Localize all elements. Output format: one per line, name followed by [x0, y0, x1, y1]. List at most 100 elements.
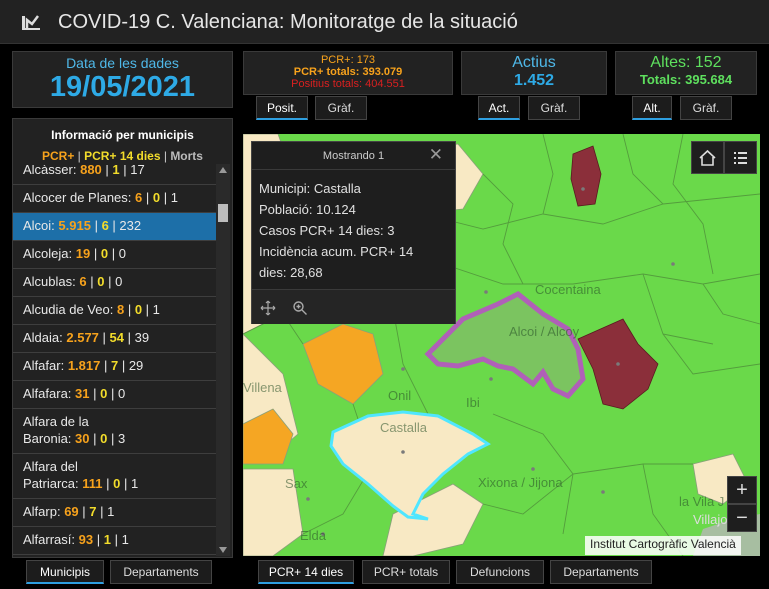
- deaths-value: 0: [117, 386, 126, 401]
- pcr-value: 111: [82, 476, 103, 491]
- legend-pcr: PCR+: [42, 149, 75, 163]
- list-scrollbar[interactable]: [216, 164, 230, 556]
- home-icon: [699, 149, 716, 166]
- row-sep: |: [89, 431, 101, 446]
- row-sep: |: [110, 532, 122, 547]
- date-panel: Data de les dades 19/05/2021: [12, 51, 233, 108]
- app-title: COVID-19 C. Valenciana: Monitoratge de l…: [58, 11, 518, 33]
- popup-body: Municipi: Castalla Població: 10.124 Caso…: [252, 170, 455, 291]
- pcr14-value: 0: [134, 302, 143, 317]
- row-sep: |: [108, 218, 120, 233]
- map-label-elda: Elda: [300, 528, 327, 543]
- tab-departaments-map[interactable]: Departaments: [550, 560, 652, 584]
- tab-departaments-list[interactable]: Departaments: [110, 560, 212, 584]
- tab-pcr14[interactable]: PCR+ 14 dies: [258, 560, 354, 584]
- list-item[interactable]: Alfarrasí: 93 | 1 | 1: [13, 527, 218, 555]
- legend-pcr14: PCR+ 14 dies: [84, 149, 161, 163]
- list-item[interactable]: Aldaia: 2.577 | 54 | 39: [13, 325, 218, 353]
- list-item[interactable]: Alcàsser: 880 | 1 | 17: [13, 165, 218, 185]
- list-item[interactable]: Alfafara: 31 | 0 | 0: [13, 381, 218, 409]
- move-icon[interactable]: [260, 300, 276, 316]
- row-sep: |: [104, 274, 116, 289]
- municipality-list[interactable]: Alcàsser: 880 | 1 | 17 Alcocer de Planes:…: [13, 165, 218, 557]
- zoom-out-button[interactable]: −: [727, 504, 757, 532]
- tab-actius[interactable]: Act.: [478, 96, 520, 120]
- row-sep: |: [100, 358, 111, 373]
- pcr14-value: 0: [100, 246, 109, 261]
- municipality-name-cont: Baronia:: [23, 431, 72, 446]
- discharged-total: Totals: 395.684: [639, 72, 733, 87]
- deaths-value: 1: [121, 532, 129, 547]
- scroll-down-icon[interactable]: [219, 547, 227, 553]
- list-title: Informació per municipis: [51, 128, 194, 142]
- row-sep: |: [107, 386, 118, 401]
- tab-pcr-grafic[interactable]: Gràf.: [315, 96, 367, 120]
- deaths-value: 232: [119, 218, 142, 233]
- scroll-up-icon[interactable]: [219, 167, 227, 173]
- pcr-value: 880: [80, 165, 102, 177]
- deaths-value: 39: [134, 330, 150, 345]
- deaths-value: 29: [128, 358, 144, 373]
- tab-positius[interactable]: Posit.: [256, 96, 308, 120]
- layer-list-button[interactable]: [724, 141, 757, 174]
- municipality-name: Alfarrasí:: [23, 532, 76, 547]
- row-sep: |: [142, 302, 153, 317]
- row-sep: |: [142, 190, 153, 205]
- list-item[interactable]: Alcublas: 6 | 0 | 0: [13, 269, 218, 297]
- pcr-value: 2.577: [66, 330, 99, 345]
- map-label-sax: Sax: [285, 476, 308, 491]
- pcr14-value: 7: [89, 504, 97, 519]
- list-item[interactable]: Alfafar: 1.817 | 7 | 29: [13, 353, 218, 381]
- tab-pcr-totals[interactable]: PCR+ totals: [362, 560, 450, 584]
- legend-deaths: Morts: [170, 149, 203, 163]
- close-icon[interactable]: ✕: [429, 146, 443, 164]
- tab-defuncions[interactable]: Defuncions: [456, 560, 544, 584]
- row-sep: |: [124, 302, 135, 317]
- tab-municipis[interactable]: Municipis: [26, 560, 104, 584]
- pcr-value: 93: [78, 532, 94, 547]
- map-label-villena: Villena: [243, 380, 282, 395]
- municipality-name: Alcudia de Veo:: [23, 302, 114, 317]
- legend-sep: |: [74, 149, 85, 163]
- info-popup: Mostrando 1 ✕ Municipi: Castalla Poblaci…: [251, 141, 456, 324]
- list-item[interactable]: Alcoleja: 19 | 0 | 0: [13, 241, 218, 269]
- pcr14-value: 54: [109, 330, 124, 345]
- list-item[interactable]: Alcoi: 5.915 | 6 | 232: [13, 213, 218, 241]
- pcr-value: 6: [79, 274, 87, 289]
- municipality-name: Alfara de la: [23, 414, 89, 429]
- list-item[interactable]: Alfara de la Baronia: 30 | 0 | 3: [13, 409, 218, 454]
- list-item[interactable]: Alfara del Patriarca: 111 | 0 | 1: [13, 454, 218, 499]
- list-item[interactable]: Alcocer de Planes: 6 | 0 | 1: [13, 185, 218, 213]
- municipality-name: Alcoi:: [23, 218, 55, 233]
- list-item[interactable]: Alcudia de Veo: 8 | 0 | 1: [13, 297, 218, 325]
- municipality-name: Alcàsser:: [23, 165, 77, 177]
- list-icon: [734, 152, 747, 164]
- row-sep: |: [86, 274, 98, 289]
- scroll-thumb[interactable]: [218, 204, 228, 222]
- legend-sep: |: [160, 149, 171, 163]
- positives-total: Positius totals: 404.551: [291, 78, 405, 90]
- municipality-name: Alcocer de Planes:: [23, 190, 132, 205]
- tab-altes-grafic[interactable]: Gràf.: [680, 96, 732, 120]
- deaths-value: 17: [130, 165, 145, 177]
- home-button[interactable]: [691, 141, 724, 174]
- pcr-daily: PCR+: 173: [320, 54, 376, 66]
- pcr-total: PCR+ totals: 393.079: [293, 66, 403, 78]
- active-panel: Actius 1.452: [461, 51, 607, 95]
- row-sep: |: [107, 431, 118, 446]
- date-label: Data de les dades: [66, 55, 179, 71]
- pcr14-value: 1: [112, 165, 120, 177]
- popup-incidence-value: dies: 28,68: [259, 265, 323, 280]
- map-attribution: Institut Cartogràfic Valencià: [585, 536, 741, 555]
- list-item[interactable]: Alfarp: 69 | 7 | 1: [13, 499, 218, 527]
- row-sep: |: [90, 218, 102, 233]
- zoom-to-icon[interactable]: [292, 300, 308, 316]
- deaths-value: 3: [117, 431, 126, 446]
- tab-actius-grafic[interactable]: Gràf.: [528, 96, 580, 120]
- municipality-name: Alfara del: [23, 459, 78, 474]
- pcr-value: 5.915: [58, 218, 91, 233]
- map-label-villajoyosa: Villajo: [693, 512, 728, 527]
- pcr-value: 19: [75, 246, 91, 261]
- tab-altes[interactable]: Alt.: [632, 96, 672, 120]
- zoom-in-button[interactable]: +: [727, 476, 757, 504]
